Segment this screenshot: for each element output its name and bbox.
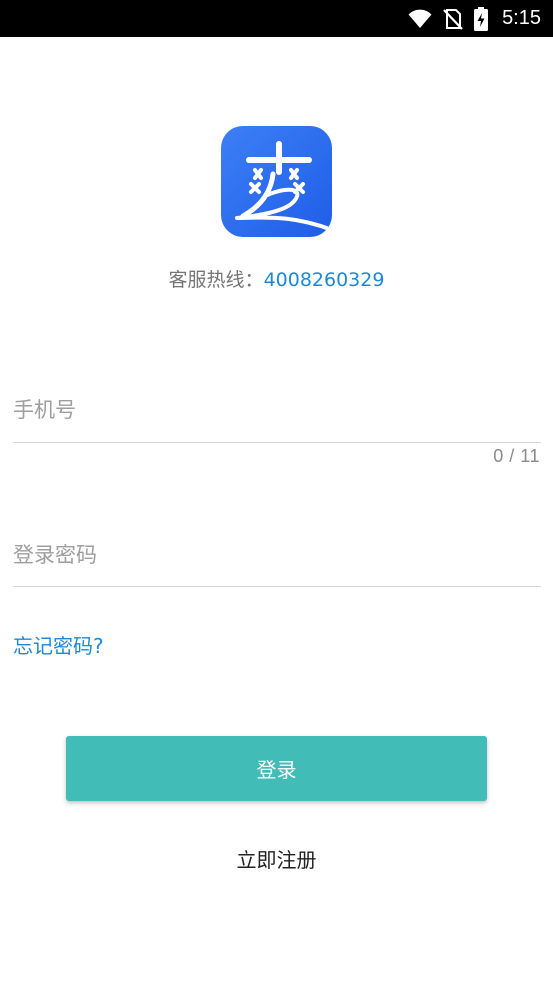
password-underline bbox=[13, 586, 541, 587]
forgot-password-link[interactable]: 忘记密码? bbox=[13, 630, 104, 659]
phone-char-counter: 0 / 11 bbox=[493, 446, 540, 466]
phone-field bbox=[13, 392, 541, 443]
password-field bbox=[13, 537, 541, 587]
phone-input[interactable] bbox=[13, 392, 541, 428]
login-button[interactable]: 登录 bbox=[66, 736, 487, 801]
wifi-icon bbox=[408, 9, 432, 29]
register-link[interactable]: 立即注册 bbox=[0, 844, 553, 873]
phone-underline bbox=[13, 442, 541, 443]
password-input[interactable] bbox=[13, 537, 541, 573]
status-icons: 5:15 bbox=[408, 0, 541, 37]
no-sim-icon bbox=[442, 8, 464, 30]
app-logo bbox=[221, 126, 332, 237]
status-bar: 5:15 bbox=[0, 0, 553, 37]
hotline-label: 客服热线： bbox=[168, 269, 264, 291]
battery-charging-icon bbox=[474, 6, 489, 31]
hotline: 客服热线：4008260329 bbox=[0, 266, 553, 294]
status-time: 5:15 bbox=[502, 7, 541, 29]
hotline-number-link[interactable]: 4008260329 bbox=[264, 269, 385, 291]
